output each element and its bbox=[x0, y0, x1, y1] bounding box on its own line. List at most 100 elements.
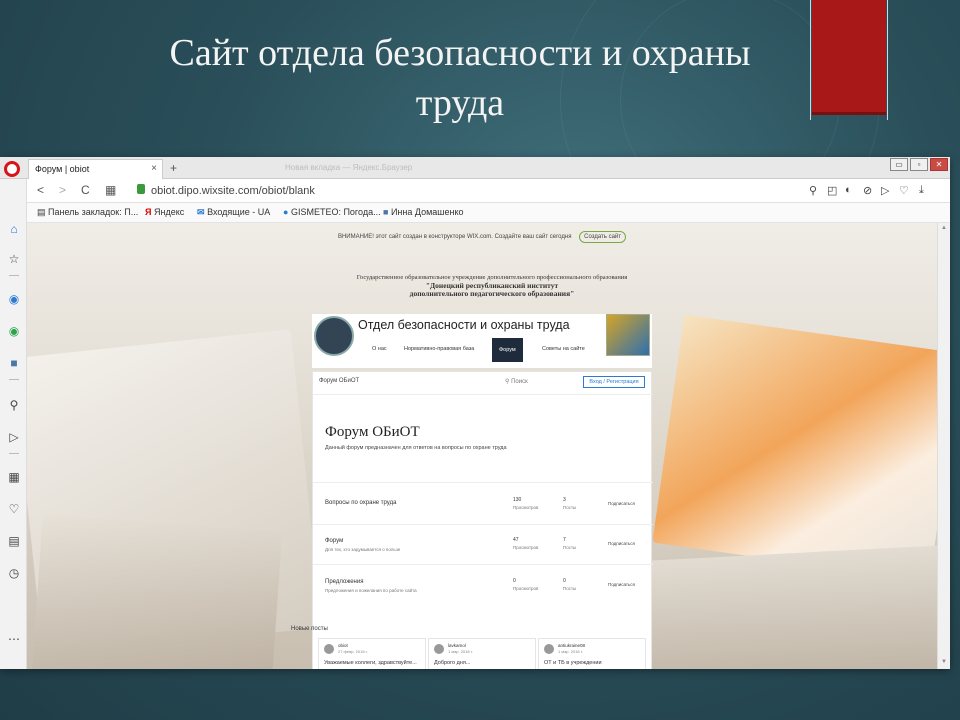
vk-icon[interactable]: ■ bbox=[6, 355, 22, 371]
vertical-scrollbar[interactable]: ▲ ▼ bbox=[937, 223, 950, 669]
bookmark-item[interactable]: Я Яндекс bbox=[145, 207, 184, 217]
maximize-button[interactable]: ▫ bbox=[910, 158, 928, 171]
add-tab-icon[interactable]: + bbox=[170, 161, 177, 175]
tab-bar: Форум | obiot × + Новая вкладка — Яндекс… bbox=[0, 157, 950, 179]
divider bbox=[313, 394, 653, 395]
category-name[interactable]: Вопросы по охране труда bbox=[325, 500, 396, 506]
emblem-logo bbox=[606, 314, 650, 356]
bookmark-item[interactable]: ● GISMETEO: Погода... bbox=[283, 207, 381, 217]
subscribe-button[interactable]: Подписаться bbox=[608, 582, 635, 587]
close-icon[interactable]: × bbox=[151, 163, 157, 174]
forum-description: Данный форум предназначен для ответов на… bbox=[325, 445, 507, 451]
category-name[interactable]: Форум bbox=[325, 538, 343, 544]
views-label: Просмотров bbox=[513, 586, 539, 591]
views-count: 130 bbox=[513, 497, 522, 503]
divider bbox=[9, 453, 19, 454]
site-nav: О нас Нормативно-правовая база Форум Сов… bbox=[358, 338, 606, 362]
divider bbox=[313, 564, 653, 565]
forum-title: Форум ОБиОТ bbox=[325, 424, 420, 440]
institute-logo[interactable] bbox=[314, 316, 354, 356]
organization-name: Государственное образовательное учрежден… bbox=[327, 274, 657, 298]
browser-window: Форум | obiot × + Новая вкладка — Яндекс… bbox=[0, 157, 950, 669]
lock-icon bbox=[137, 184, 145, 194]
category-description: Для тех, кто задумывается о пользе bbox=[325, 547, 401, 552]
post-card[interactable]: antiukraine08 1 мар. 2018 г. ОТ и ТБ в у… bbox=[538, 638, 646, 669]
category-name[interactable]: Предложения bbox=[325, 579, 363, 585]
bookmark-item[interactable]: ▤ Панель закладок: П... bbox=[37, 207, 138, 218]
star-icon[interactable]: ☆ bbox=[6, 251, 22, 267]
org-line: дополнительного педагогического образова… bbox=[409, 289, 575, 298]
more-icon[interactable]: ⋯ bbox=[6, 631, 22, 647]
grid-icon[interactable]: ▦ bbox=[6, 469, 22, 485]
post-card[interactable]: lavkamol 1 мар. 2018 г. Доброго дня... bbox=[428, 638, 536, 669]
send-icon[interactable]: ▷ bbox=[881, 184, 889, 197]
background-magazine bbox=[643, 545, 937, 669]
close-window-button[interactable]: ✕ bbox=[930, 158, 948, 171]
subscribe-button[interactable]: Подписаться bbox=[608, 501, 635, 506]
views-label: Просмотров bbox=[513, 545, 539, 550]
nav-item-legal[interactable]: Нормативно-правовая база bbox=[404, 346, 474, 352]
posts-label: Посты bbox=[563, 505, 577, 510]
whatsapp-icon[interactable]: ◉ bbox=[6, 323, 22, 339]
background-magazine bbox=[31, 514, 283, 669]
search-input[interactable]: ⚲ Поиск bbox=[505, 378, 528, 385]
news-icon[interactable]: ▤ bbox=[6, 533, 22, 549]
download-icon[interactable]: ⤓ bbox=[919, 184, 924, 197]
post-text: Доброго дня... bbox=[434, 660, 471, 666]
search-icon[interactable]: ⚲ bbox=[6, 397, 22, 413]
search-icon[interactable]: ⚲ bbox=[809, 184, 817, 197]
post-date: 1 мар. 2018 г. bbox=[558, 649, 583, 654]
wix-banner-text: ВНИМАНИЕ! этот сайт создан в конструктор… bbox=[337, 234, 572, 240]
category-description: Предложения и пожелания по работе сайта bbox=[325, 588, 417, 593]
minimize-button[interactable]: ▭ bbox=[890, 158, 908, 171]
nav-item-forum[interactable]: Форум bbox=[492, 338, 523, 362]
scroll-up-icon[interactable]: ▲ bbox=[941, 225, 947, 231]
clock-icon[interactable]: ◷ bbox=[6, 565, 22, 581]
heart-icon[interactable]: ♡ bbox=[899, 184, 909, 197]
reload-icon[interactable]: C bbox=[81, 183, 90, 197]
divider bbox=[9, 275, 19, 276]
create-site-button[interactable]: Создать сайт bbox=[579, 231, 627, 243]
scroll-down-icon[interactable]: ▼ bbox=[941, 659, 947, 665]
bookmark-label: GISMETEO: Погода... bbox=[290, 207, 381, 217]
address-bar: < > C ▦ obiot.dipo.wixsite.com/obiot/bla… bbox=[27, 179, 950, 203]
home-icon[interactable]: ⌂ bbox=[6, 221, 22, 237]
opera-logo-icon[interactable] bbox=[4, 161, 20, 177]
post-date: 1 мар. 2018 г. bbox=[448, 649, 473, 654]
subscribe-button[interactable]: Подписаться bbox=[608, 541, 635, 546]
login-button[interactable]: Вход / Регистрация bbox=[583, 376, 645, 388]
breadcrumb[interactable]: Форум ОБиОТ bbox=[319, 378, 359, 384]
views-count: 0 bbox=[513, 578, 516, 584]
snapshot-icon[interactable]: ◰ bbox=[827, 184, 837, 197]
posts-count: 7 bbox=[563, 537, 566, 543]
send-icon[interactable]: ▷ bbox=[6, 429, 22, 445]
slide-title: Сайт отдела безопасности и охраны труда bbox=[60, 28, 860, 128]
adblock-icon[interactable]: ⊘ bbox=[863, 184, 872, 197]
bookmark-label: Инна Домашенко bbox=[390, 207, 464, 217]
nav-item-about[interactable]: О нас bbox=[372, 346, 387, 352]
back-icon[interactable]: < bbox=[37, 183, 44, 197]
background-magazine bbox=[652, 314, 937, 582]
avatar bbox=[434, 644, 444, 654]
posts-label: Посты bbox=[563, 545, 577, 550]
heart-icon[interactable]: ♡ bbox=[6, 501, 22, 517]
url-field[interactable]: obiot.dipo.wixsite.com/obiot/blank bbox=[151, 185, 315, 197]
slide-title-line: труда bbox=[415, 82, 505, 124]
post-author: obiot bbox=[338, 643, 348, 648]
post-author: antiukraine08 bbox=[558, 643, 586, 648]
bookmark-label: Входящие - UA bbox=[207, 207, 271, 217]
bookmark-item[interactable]: ■ Инна Домашенко bbox=[383, 207, 464, 217]
avatar bbox=[324, 644, 334, 654]
page-content: ВНИМАНИЕ! этот сайт создан в конструктор… bbox=[27, 223, 937, 669]
forward-icon[interactable]: > bbox=[59, 183, 66, 197]
messenger-icon[interactable]: ◉ bbox=[6, 291, 22, 307]
browser-sidebar: ⌂ ☆ ◉ ◉ ■ ⚲ ▷ ▦ ♡ ▤ ◷ ⋯ bbox=[0, 179, 27, 669]
post-card[interactable]: obiot 27 февр. 2018 г. Уважаемые коллеги… bbox=[318, 638, 426, 669]
divider bbox=[9, 379, 19, 380]
bookmark-item[interactable]: ✉ Входящие - UA bbox=[197, 207, 270, 218]
nav-item-tips[interactable]: Советы на сайте bbox=[542, 346, 585, 352]
translate-icon[interactable]: ◐ bbox=[845, 184, 852, 196]
tabs-grid-icon[interactable]: ▦ bbox=[105, 183, 116, 197]
avatar bbox=[544, 644, 554, 654]
tab-forum[interactable]: Форум | obiot × bbox=[28, 159, 163, 179]
